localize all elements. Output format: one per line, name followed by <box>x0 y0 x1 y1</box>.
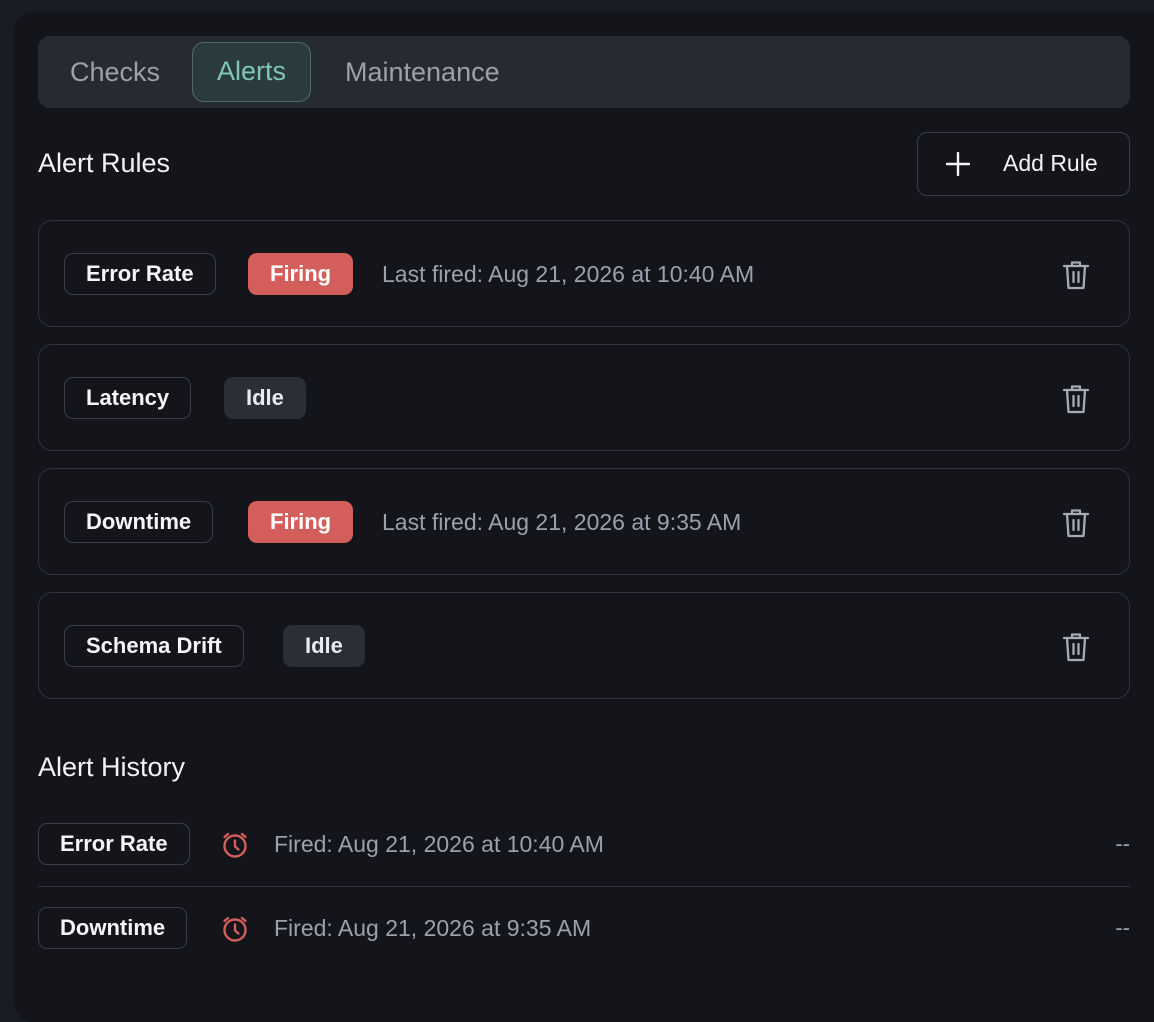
fired-time-text: Fired: Aug 21, 2026 at 10:40 AM <box>274 831 604 857</box>
add-rule-label: Add Rule <box>1003 150 1098 176</box>
clock-icon <box>223 916 247 942</box>
alert-rule-card: Error Rate Firing Last fired: Aug 21, 20… <box>38 220 1130 327</box>
trash-icon[interactable] <box>1061 383 1091 415</box>
plus-icon <box>946 152 970 176</box>
trash-icon[interactable] <box>1061 259 1091 291</box>
tab-bar: Checks Alerts Maintenance <box>38 36 1130 108</box>
rule-name-chip: Latency <box>64 377 192 419</box>
fired-time-text: Fired: Aug 21, 2026 at 9:35 AM <box>274 915 592 941</box>
last-fired-text: Last fired: Aug 21, 2026 at 10:40 AM <box>382 261 755 287</box>
alert-history-title: Alert History <box>38 752 186 782</box>
alert-rule-card: Schema Drift Idle <box>38 592 1130 699</box>
clock-icon <box>223 832 247 858</box>
history-value: -- <box>1115 915 1130 940</box>
alert-rule-card: Downtime Firing Last fired: Aug 21, 2026… <box>38 468 1130 575</box>
status-badge-firing: Firing <box>248 253 354 295</box>
trash-icon[interactable] <box>1061 507 1091 539</box>
rule-name-chip: Error Rate <box>64 253 216 295</box>
history-row: Downtime Fired: Aug 21, 2026 at 9:35 AM … <box>38 886 1130 970</box>
last-fired-text: Last fired: Aug 21, 2026 at 9:35 AM <box>382 509 742 535</box>
trash-icon[interactable] <box>1061 631 1091 663</box>
history-row: Error Rate Fired: Aug 21, 2026 at 10:40 … <box>38 802 1130 887</box>
history-value: -- <box>1115 831 1130 856</box>
tab-maintenance[interactable]: Maintenance <box>321 42 524 102</box>
rule-name-chip: Downtime <box>64 501 214 543</box>
status-badge-firing: Firing <box>248 501 354 543</box>
add-rule-button[interactable]: Add Rule <box>917 132 1130 196</box>
status-badge-idle: Idle <box>224 377 306 419</box>
rule-name-chip: Schema Drift <box>64 625 244 667</box>
history-name-chip: Error Rate <box>38 823 190 865</box>
history-name-chip: Downtime <box>38 907 188 949</box>
tab-alerts[interactable]: Alerts <box>192 42 312 102</box>
alert-rules-title: Alert Rules <box>38 148 171 178</box>
alert-rule-card: Latency Idle <box>38 344 1130 451</box>
tab-checks[interactable]: Checks <box>46 42 184 102</box>
status-badge-idle: Idle <box>283 625 365 667</box>
